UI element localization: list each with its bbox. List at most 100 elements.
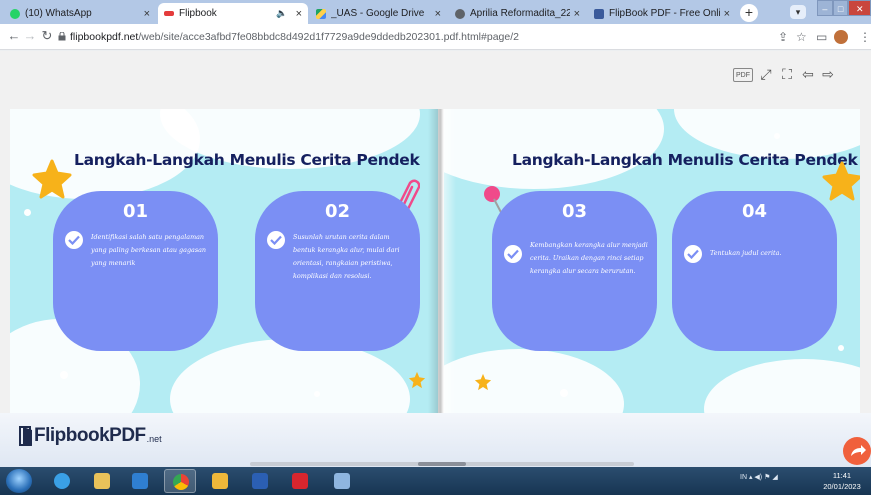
system-clock[interactable]: 11:41 20/01/2023 xyxy=(820,470,864,492)
book-page-right[interactable]: Langkah-Langkah Menulis Cerita Pendek 03… xyxy=(444,109,860,419)
flipbook-spread[interactable]: Langkah-Langkah Menulis Cerita Pendek 01… xyxy=(10,109,860,419)
checkmark-icon xyxy=(65,231,83,249)
tab-search-chevron-icon[interactable]: ▾ xyxy=(790,5,806,19)
dot xyxy=(314,391,320,397)
step-card: 01 Identifikasi salah satu pengalaman ya… xyxy=(53,191,218,351)
forward-arrow-icon[interactable]: → xyxy=(22,28,38,43)
messenger-icon xyxy=(212,473,228,489)
tab-title: _UAS - Google Drive xyxy=(331,8,425,19)
taskbar-file-explorer[interactable] xyxy=(86,469,118,493)
star-icon xyxy=(408,371,426,389)
page-heading: Langkah-Langkah Menulis Cerita Pendek xyxy=(74,151,420,169)
close-tab-icon[interactable]: × xyxy=(724,8,730,20)
tab-flipbook[interactable]: Flipbook 🔈 × xyxy=(158,3,308,24)
window-controls: – □ ✕ xyxy=(817,0,871,16)
next-page-arrow-icon[interactable]: ⇨ xyxy=(819,66,837,84)
cloud-shape xyxy=(444,109,664,189)
pdf-download-button[interactable]: PDF xyxy=(733,68,753,82)
reload-icon[interactable]: ↻ xyxy=(39,28,55,44)
audio-icon[interactable]: 🔈 xyxy=(276,8,287,19)
star-icon xyxy=(474,373,492,391)
logo-suffix: .net xyxy=(146,434,162,444)
minimize-button[interactable]: – xyxy=(817,0,833,16)
pdf-reader-icon xyxy=(292,473,308,489)
checkmark-icon xyxy=(504,245,522,263)
taskbar-app[interactable] xyxy=(326,469,358,493)
profile-avatar[interactable] xyxy=(834,30,848,44)
dot xyxy=(24,209,31,216)
tab-flipbook-pdf[interactable]: FlipBook PDF - Free Online PD × xyxy=(588,3,736,24)
flipbookpdf-icon xyxy=(594,8,604,19)
flipbook-logo-icon xyxy=(19,426,32,446)
address-bar[interactable]: flipbookpdf.net/web/site/acce3afbd7fe08b… xyxy=(70,31,519,43)
book-page-left[interactable]: Langkah-Langkah Menulis Cerita Pendek 01… xyxy=(10,109,438,419)
taskbar-word[interactable] xyxy=(244,469,276,493)
new-tab-button[interactable]: + xyxy=(740,4,758,22)
clock-time: 11:41 xyxy=(832,471,852,480)
share-button[interactable] xyxy=(843,437,871,465)
fullscreen-arrows-icon[interactable]: ⤢ xyxy=(758,66,774,84)
zoom-fit-icon[interactable]: ⛶ xyxy=(779,66,795,84)
scrollbar-thumb[interactable] xyxy=(418,462,466,466)
taskbar-messenger[interactable] xyxy=(204,469,236,493)
tab-title: Aprilia Reformadita_22010221 xyxy=(470,8,570,19)
signal-icon[interactable]: ◢ xyxy=(772,474,777,481)
taskbar-media-player[interactable] xyxy=(124,469,156,493)
close-tab-icon[interactable]: × xyxy=(296,8,302,20)
tab-title: (10) WhatsApp xyxy=(25,8,92,19)
viewer-toolbar: PDF ⤢ ⛶ ⇦ ⇨ xyxy=(0,51,871,106)
taskbar-pdf-reader[interactable] xyxy=(284,469,316,493)
previous-page-arrow-icon[interactable]: ⇦ xyxy=(799,66,817,84)
cloud-shape xyxy=(704,359,860,419)
globe-icon xyxy=(455,8,465,19)
checkmark-icon xyxy=(267,231,285,249)
cloud-shape xyxy=(444,349,624,419)
close-window-button[interactable]: ✕ xyxy=(848,0,871,16)
maximize-button[interactable]: □ xyxy=(832,0,849,16)
step-number: 02 xyxy=(324,201,351,222)
clock-date: 20/01/2023 xyxy=(823,482,861,491)
step-card: 02 Susunlah urutan cerita dalam bentuk k… xyxy=(255,191,420,351)
flipbook-icon xyxy=(164,11,174,16)
close-tab-icon[interactable]: × xyxy=(144,8,150,20)
close-tab-icon[interactable]: × xyxy=(435,8,441,20)
dot xyxy=(560,389,568,397)
step-text: Susunlah urutan cerita dalam bentuk kera… xyxy=(293,233,400,280)
url-domain: flipbookpdf.net xyxy=(70,31,139,43)
lock-icon[interactable] xyxy=(58,32,66,41)
flipbook-viewer: PDF ⤢ ⛶ ⇦ ⇨ Langkah-Langkah Menulis Ceri… xyxy=(0,51,871,467)
internet-explorer-icon xyxy=(54,473,70,489)
step-text: Identifikasi salah satu pengalaman yang … xyxy=(91,233,207,267)
taskbar-internet-explorer[interactable] xyxy=(46,469,78,493)
bookmark-star-icon[interactable]: ☆ xyxy=(796,30,807,44)
flipbookpdf-logo[interactable]: FlipbookPDF .net xyxy=(18,425,162,447)
kebab-menu-icon[interactable]: ⋮ xyxy=(859,30,871,44)
start-button[interactable] xyxy=(6,469,32,493)
taskbar-chrome[interactable] xyxy=(164,469,196,493)
step-text: Tentukan judul cerita. xyxy=(710,249,782,257)
close-tab-icon[interactable]: × xyxy=(574,8,580,20)
browser-tab-strip: (10) WhatsApp × Flipbook 🔈 × _UAS - Goog… xyxy=(0,0,871,24)
google-drive-icon xyxy=(316,8,326,19)
dot xyxy=(838,345,844,351)
dot xyxy=(774,133,780,139)
step-number: 03 xyxy=(561,201,588,222)
step-text: Kembangkan kerangka alur menjadi cerita.… xyxy=(530,241,648,275)
cloud-shape xyxy=(170,339,410,419)
tab-whatsapp[interactable]: (10) WhatsApp × xyxy=(4,3,156,24)
step-card: 04 Tentukan judul cerita. xyxy=(672,191,837,351)
language-indicator[interactable]: IN xyxy=(740,474,747,481)
logo-text: FlipbookPDF xyxy=(34,425,146,446)
app-icon xyxy=(334,473,350,489)
back-arrow-icon[interactable]: ← xyxy=(6,28,22,43)
word-icon xyxy=(252,473,268,489)
step-number: 04 xyxy=(741,201,768,222)
volume-icon[interactable]: ◀) xyxy=(754,474,762,481)
tab-google-drive[interactable]: _UAS - Google Drive × xyxy=(310,3,447,24)
page-scrollbar[interactable] xyxy=(250,462,634,466)
share-page-icon[interactable]: ⇪ xyxy=(778,30,788,44)
tab-title: FlipBook PDF - Free Online PD xyxy=(609,8,720,19)
tab-aprilia[interactable]: Aprilia Reformadita_22010221 × xyxy=(449,3,586,24)
side-panel-icon[interactable]: ▭ xyxy=(816,30,827,44)
step-number: 01 xyxy=(122,201,149,222)
